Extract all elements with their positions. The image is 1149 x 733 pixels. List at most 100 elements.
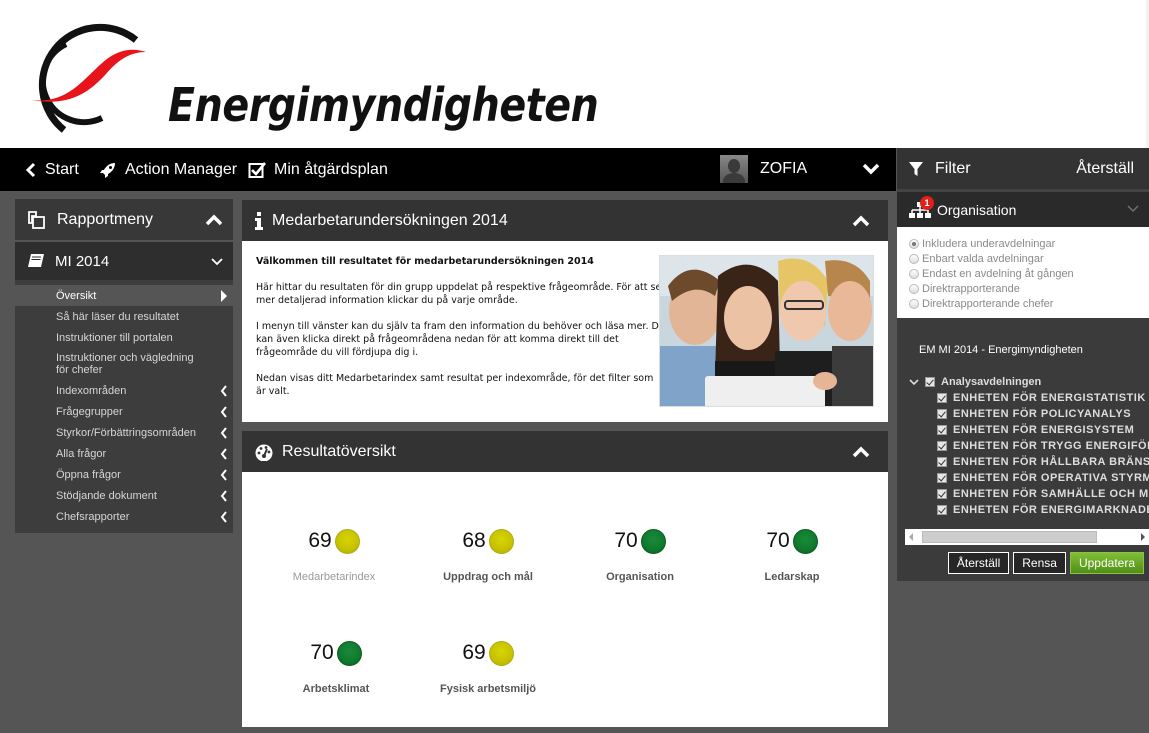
tree-node[interactable]: ENHETEN FÖR HÅLLBARA BRÄNSLEN bbox=[909, 454, 1149, 470]
tree-expand-icon[interactable] bbox=[909, 378, 919, 386]
radio-label: Enbart valda avdelningar bbox=[922, 252, 1044, 265]
filter-reset-link[interactable]: Återställ bbox=[1076, 148, 1134, 189]
nav-action-manager-label: Action Manager bbox=[125, 160, 238, 178]
tree-checkbox[interactable] bbox=[937, 457, 947, 467]
report-menu-list: Översikt Så här läser du resultatet Inst… bbox=[15, 280, 233, 527]
tree-node[interactable]: ENHETEN FÖR OPERATIVA STYRMEDEL bbox=[909, 470, 1149, 486]
metric-ledarskap[interactable]: 70 Ledarskap bbox=[712, 527, 872, 583]
chevron-left-icon bbox=[220, 385, 227, 397]
chevron-down-icon[interactable] bbox=[862, 162, 880, 176]
tree-checkbox[interactable] bbox=[937, 393, 947, 403]
tree-node[interactable]: ENHETEN FÖR ENERGISYSTEM bbox=[909, 422, 1149, 438]
sidebar-item-label: Översikt bbox=[56, 289, 97, 302]
radio-checked-icon[interactable] bbox=[909, 238, 919, 249]
radio-icon[interactable] bbox=[909, 253, 919, 264]
tree-checkbox[interactable] bbox=[937, 489, 947, 499]
mi-2014-title: MI 2014 bbox=[55, 252, 110, 270]
radio-icon[interactable] bbox=[909, 268, 919, 279]
filter-title-label: Filter bbox=[935, 159, 971, 177]
chevron-down-icon[interactable] bbox=[211, 257, 223, 266]
tree-checkbox[interactable] bbox=[925, 377, 935, 387]
radio-icon[interactable] bbox=[909, 283, 919, 294]
tree-checkbox[interactable] bbox=[937, 473, 947, 483]
sidebar-item-label: Styrkor/Förbättringsområden bbox=[56, 426, 196, 439]
report-menu-header[interactable]: Rapportmeny bbox=[15, 199, 233, 242]
user-menu[interactable]: ZOFIA bbox=[720, 155, 807, 183]
chevron-up-icon[interactable] bbox=[205, 213, 223, 227]
nav-start[interactable]: Start bbox=[25, 148, 79, 191]
sidebar-item-instruktioner-portalen[interactable]: Instruktioner till portalen bbox=[15, 327, 233, 348]
tree-node[interactable]: ENHETEN FÖR SAMHÄLLE OCH MILJÖ bbox=[909, 486, 1149, 502]
results-body: 69 Medarbetarindex 68 Uppdrag och mål 70… bbox=[242, 472, 888, 727]
sidebar-item-indexomraden[interactable]: Indexområden bbox=[15, 380, 233, 401]
results-title: Resultatöversikt bbox=[282, 442, 396, 460]
energimyndigheten-logo[interactable]: Energimyndigheten bbox=[26, 22, 599, 137]
metric-uppdrag-och-mal[interactable]: 68 Uppdrag och mål bbox=[408, 527, 568, 583]
sidebar-item-oversikt[interactable]: Översikt bbox=[15, 285, 233, 306]
scrollbar-thumb[interactable] bbox=[922, 531, 1097, 543]
filter-icon bbox=[909, 161, 923, 176]
metric-organisation[interactable]: 70 Organisation bbox=[560, 527, 720, 583]
tree-node-label: ENHETEN FÖR TRYGG ENERGIFÖRSÖRJNING bbox=[953, 440, 1149, 452]
tree-node[interactable]: ENHETEN FÖR ENERGIMARKNADER bbox=[909, 502, 1149, 518]
organisation-title: Organisation bbox=[937, 201, 1017, 218]
sidebar-item-alla-fragor[interactable]: Alla frågor bbox=[15, 443, 233, 464]
filter-panel: 1 Organisation Inkludera underavdelninga… bbox=[897, 191, 1149, 581]
status-green-icon bbox=[640, 528, 666, 554]
sidebar-item-styrkor[interactable]: Styrkor/Förbättringsområden bbox=[15, 422, 233, 443]
metric-arbetsklimat[interactable]: 70 Arbetsklimat bbox=[256, 639, 416, 695]
tree-node[interactable]: ENHETEN FÖR TRYGG ENERGIFÖRSÖRJNING bbox=[909, 438, 1149, 454]
filter-update-button[interactable]: Uppdatera bbox=[1069, 552, 1144, 574]
sidebar-item-oppna-fragor[interactable]: Öppna frågor bbox=[15, 464, 233, 485]
scroll-left-icon[interactable] bbox=[909, 533, 913, 541]
sidebar-item-stodjande-dokument[interactable]: Stödjande dokument bbox=[15, 485, 233, 506]
radio-selected-only[interactable]: Enbart valda avdelningar bbox=[909, 251, 1137, 266]
nav-action-plan[interactable]: Min åtgärdsplan bbox=[248, 148, 388, 191]
sidebar-item-label: Frågegrupper bbox=[56, 405, 123, 418]
mi-2014-section[interactable]: MI 2014 bbox=[15, 242, 233, 280]
radio-icon[interactable] bbox=[909, 298, 919, 309]
chevron-up-icon[interactable] bbox=[852, 445, 870, 459]
tree-horizontal-scrollbar[interactable] bbox=[905, 529, 1149, 545]
nav-action-plan-label: Min åtgärdsplan bbox=[274, 160, 388, 178]
scroll-right-icon[interactable] bbox=[1141, 533, 1145, 541]
copy-pages-icon bbox=[28, 210, 45, 229]
tree-node[interactable]: ENHETEN FÖR ENERGISTATISTIK bbox=[909, 390, 1149, 406]
nav-start-label: Start bbox=[45, 160, 79, 178]
tree-node-label: ENHETEN FÖR ENERGISYSTEM bbox=[953, 424, 1135, 436]
sidebar-item-chefsrapporter[interactable]: Chefsrapporter bbox=[15, 506, 233, 527]
organisation-header[interactable]: 1 Organisation bbox=[897, 191, 1149, 227]
tree-node-label: ENHETEN FÖR OPERATIVA STYRMEDEL bbox=[953, 472, 1149, 484]
metric-value: 70 bbox=[614, 529, 638, 552]
tree-node[interactable]: ENHETEN FÖR POLICYANALYS bbox=[909, 406, 1149, 422]
tree-checkbox[interactable] bbox=[937, 425, 947, 435]
filter-clear-button[interactable]: Rensa bbox=[1013, 552, 1066, 574]
tree-checkbox[interactable] bbox=[937, 505, 947, 515]
metric-fysisk-arbetsmiljo[interactable]: 69 Fysisk arbetsmiljö bbox=[408, 639, 568, 695]
nav-action-manager[interactable]: Action Manager bbox=[99, 148, 237, 191]
metric-medarbetarindex[interactable]: 69 Medarbetarindex bbox=[254, 527, 414, 583]
intro-body: Välkommen till resultatet för medarbetar… bbox=[242, 241, 888, 422]
intro-text: Välkommen till resultatet för medarbetar… bbox=[256, 255, 666, 411]
metric-value: 69 bbox=[308, 529, 332, 552]
tree-node-label: ENHETEN FÖR POLICYANALYS bbox=[953, 408, 1132, 420]
metric-value: 70 bbox=[766, 529, 790, 552]
chevron-down-icon[interactable] bbox=[1127, 205, 1139, 213]
organisation-options: Inkludera underavdelningar Enbart valda … bbox=[897, 227, 1149, 318]
chevron-up-icon[interactable] bbox=[852, 214, 870, 228]
radio-direct-report-managers[interactable]: Direktrapporterande chefer bbox=[909, 296, 1137, 311]
logo-text: Energimyndigheten bbox=[168, 78, 599, 132]
radio-include-subunits[interactable]: Inkludera underavdelningar bbox=[909, 236, 1137, 251]
team-photo bbox=[659, 255, 874, 407]
status-green-icon bbox=[336, 640, 362, 666]
tree-checkbox[interactable] bbox=[937, 441, 947, 451]
radio-direct-reports[interactable]: Direktrapporterande bbox=[909, 281, 1137, 296]
tree-node-analysavdelningen[interactable]: Analysavdelningen bbox=[909, 374, 1149, 390]
filter-reset-button[interactable]: Återställ bbox=[947, 552, 1010, 574]
sidebar-item-instruktioner-chefer[interactable]: Instruktioner och vägledning för chefer bbox=[15, 348, 233, 380]
sidebar-item-fragegrupper[interactable]: Frågegrupper bbox=[15, 401, 233, 422]
radio-one-at-a-time[interactable]: Endast en avdelning åt gången bbox=[909, 266, 1137, 281]
tree-checkbox[interactable] bbox=[937, 409, 947, 419]
sidebar-item-sa-har-laser-du[interactable]: Så här läser du resultatet bbox=[15, 306, 233, 327]
chevron-left-icon bbox=[220, 469, 227, 481]
